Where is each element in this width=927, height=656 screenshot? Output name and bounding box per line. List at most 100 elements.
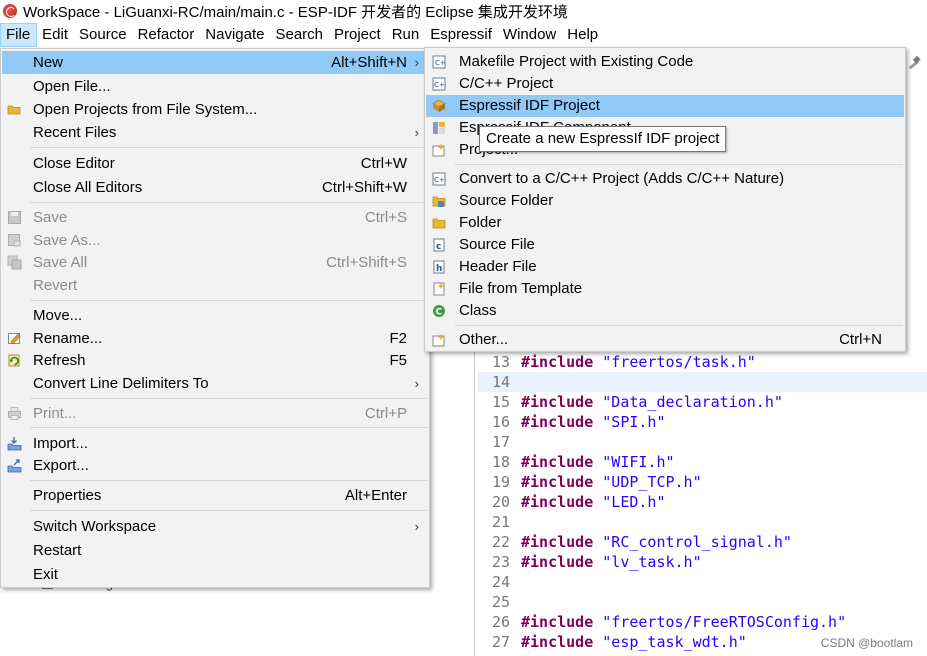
line-number: 19 — [491, 473, 510, 491]
file-menu-item-properties[interactable]: Properties Alt+Enter — [2, 484, 428, 507]
refresh-icon — [8, 354, 20, 367]
menu-item-shortcut: Alt+Shift+N — [331, 54, 407, 71]
file-menu-item-exit[interactable]: Exit — [2, 563, 428, 586]
menu-separator — [455, 164, 903, 165]
file-menu-item-convert-line-delimiters[interactable]: Convert Line Delimiters To › — [2, 372, 428, 395]
export-icon — [7, 459, 22, 473]
line-number: 21 — [491, 513, 510, 531]
menu-separator — [30, 300, 427, 301]
submenu-arrow-icon: › — [414, 519, 419, 534]
new-item-class[interactable]: C Class — [426, 300, 904, 322]
menu-item-label: Exit — [33, 566, 59, 583]
file-menu-item-revert[interactable]: Revert — [2, 274, 428, 297]
menu-edit[interactable]: Edit — [37, 23, 74, 47]
code-string: "UDP_TCP.h" — [602, 473, 702, 491]
code-keyword: #include — [521, 613, 594, 631]
new-project-icon — [432, 143, 445, 157]
line-number: 18 — [491, 453, 510, 471]
file-menu-item-import[interactable]: Import... — [2, 432, 428, 455]
menu-window[interactable]: Window — [498, 23, 562, 47]
svg-text:c: c — [436, 242, 441, 252]
new-item-source-folder[interactable]: Source Folder — [426, 190, 904, 212]
menu-item-label: Source Folder — [459, 192, 554, 209]
menu-separator — [30, 147, 427, 148]
line-number: 22 — [491, 533, 510, 551]
code-editor[interactable]: 13 #include "freertos/task.h" 14 15 #inclu… — [478, 352, 927, 656]
window-title: WorkSpace - LiGuanxi-RC/main/main.c - ES… — [23, 3, 568, 21]
file-menu-item-recent-files[interactable]: Recent Files › — [2, 121, 428, 144]
file-menu-item-move[interactable]: Move... — [2, 304, 428, 327]
new-item-source-file[interactable]: c Source File — [426, 234, 904, 256]
file-menu-item-export[interactable]: Export... — [2, 454, 428, 477]
file-menu-item-switch-workspace[interactable]: Switch Workspace › — [2, 515, 428, 538]
menu-source[interactable]: Source — [74, 23, 133, 47]
other-wizard-icon — [432, 333, 445, 347]
menu-item-label: Class — [459, 302, 497, 319]
menu-project[interactable]: Project — [329, 23, 387, 47]
file-menu-item-new[interactable]: New Alt+Shift+N › — [2, 51, 428, 74]
file-menu-item-save-as[interactable]: Save As... — [2, 229, 428, 252]
watermark: CSDN @bootlam — [820, 636, 913, 650]
svg-text:C+: C+ — [435, 59, 446, 67]
menu-item-shortcut: Ctrl+N — [839, 331, 882, 348]
menu-item-label: Print... — [33, 405, 77, 422]
menu-espressif[interactable]: Espressif — [425, 23, 498, 47]
menu-navigate[interactable]: Navigate — [200, 23, 270, 47]
code-keyword: #include — [521, 473, 594, 491]
menu-search[interactable]: Search — [270, 23, 329, 47]
makefile-project-icon: C+ — [432, 55, 446, 69]
line-number: 25 — [491, 593, 510, 611]
build-hammer-icon[interactable] — [905, 56, 923, 72]
menu-item-label: Export... — [33, 457, 89, 474]
new-item-espressif-idf-project[interactable]: Espressif IDF Project — [426, 95, 904, 117]
code-string: "RC_control_signal.h" — [602, 533, 792, 551]
new-item-folder[interactable]: Folder — [426, 212, 904, 234]
new-item-convert-to-cpp[interactable]: C++ Convert to a C/C++ Project (Adds C/C… — [426, 168, 904, 190]
code-keyword: #include — [521, 413, 594, 431]
code-keyword: #include — [521, 553, 594, 571]
file-menu-item-open-projects[interactable]: Open Projects from File System... — [2, 98, 428, 121]
svg-text:h: h — [436, 264, 442, 274]
svg-text:C++: C++ — [434, 176, 446, 184]
line-number: 20 — [491, 493, 510, 511]
menu-item-shortcut: F5 — [389, 352, 407, 369]
menu-file[interactable]: File — [0, 23, 38, 47]
code-line: 24 — [478, 572, 927, 592]
file-menu-item-restart[interactable]: Restart — [2, 539, 428, 562]
eclipse-app-icon — [3, 4, 17, 18]
line-number: 23 — [491, 553, 510, 571]
menu-item-label: Revert — [33, 277, 78, 294]
menu-run[interactable]: Run — [387, 23, 426, 47]
file-menu-item-print[interactable]: Print... Ctrl+P — [2, 402, 428, 425]
submenu-arrow-icon: › — [414, 376, 419, 391]
file-menu-item-open-file[interactable]: Open File... — [2, 75, 428, 98]
menu-item-label: Close Editor — [33, 155, 115, 172]
new-item-file-from-template[interactable]: File from Template — [426, 278, 904, 300]
new-item-cpp-project[interactable]: C++ C/C++ Project — [426, 73, 904, 95]
header-file-icon: h — [433, 260, 445, 274]
file-menu-item-save[interactable]: Save Ctrl+S — [2, 206, 428, 229]
menu-item-label: Open File... — [33, 78, 111, 95]
file-menu-item-save-all[interactable]: Save All Ctrl+Shift+S — [2, 251, 428, 274]
line-number: 26 — [491, 613, 510, 631]
line-number: 16 — [491, 413, 510, 431]
line-number: 24 — [491, 573, 510, 591]
file-menu-item-rename[interactable]: Rename... F2 — [2, 327, 428, 350]
menu-item-label: Move... — [33, 307, 83, 324]
new-item-other[interactable]: Other... Ctrl+N — [426, 329, 904, 351]
menu-separator — [455, 325, 903, 326]
menu-bar: File Edit Source Refactor Navigate Searc… — [0, 23, 927, 47]
code-keyword: #include — [521, 393, 594, 411]
code-keyword: #include — [521, 453, 594, 471]
menu-refactor[interactable]: Refactor — [133, 23, 201, 47]
menu-help[interactable]: Help — [562, 23, 604, 47]
new-item-header-file[interactable]: h Header File — [426, 256, 904, 278]
submenu-arrow-icon: › — [414, 125, 419, 140]
code-string: "LED.h" — [602, 493, 666, 511]
code-string: "lv_task.h" — [602, 553, 702, 571]
file-menu-item-refresh[interactable]: Refresh F5 — [2, 349, 428, 372]
new-item-makefile-project[interactable]: C+ Makefile Project with Existing Code — [426, 51, 904, 73]
file-menu-item-close-all-editors[interactable]: Close All Editors Ctrl+Shift+W — [2, 176, 428, 199]
menu-item-label: Rename... — [33, 330, 103, 347]
file-menu-item-close-editor[interactable]: Close Editor Ctrl+W — [2, 152, 428, 175]
